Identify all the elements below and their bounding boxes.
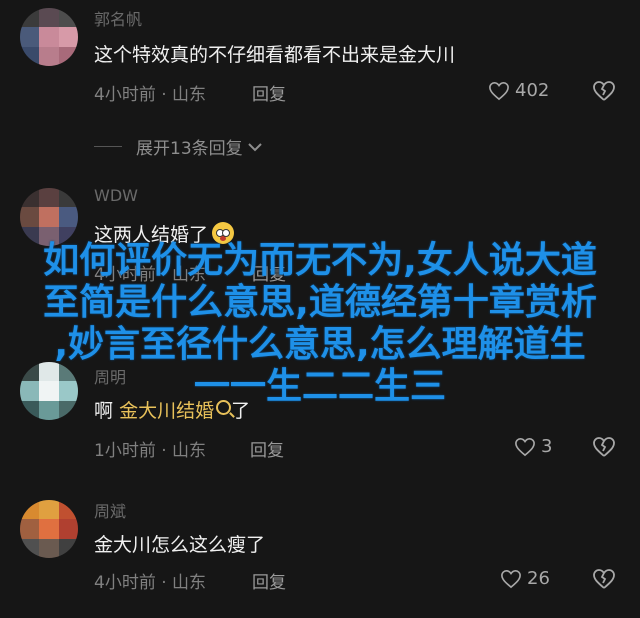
- meta-separator: ·: [161, 573, 173, 593]
- like-count: 402: [515, 80, 550, 101]
- like-count: 3: [541, 436, 553, 457]
- overlay-title-line: 一一生二二生三: [193, 366, 446, 407]
- meta-separator: ·: [161, 441, 173, 461]
- comment-username[interactable]: 郭名帆: [94, 6, 142, 30]
- broken-heart-icon[interactable]: [592, 567, 616, 591]
- broken-heart-icon[interactable]: [592, 435, 616, 459]
- chevron-down-icon: [247, 142, 262, 151]
- expand-replies-label: 展开13条回复: [136, 139, 243, 159]
- like-button[interactable]: 26: [500, 568, 550, 589]
- heart-icon: [501, 569, 521, 588]
- overlay-title-line: ,妙言至径什么意思,怎么理解道生: [54, 324, 586, 365]
- comment-time: 4小时前: [94, 573, 156, 593]
- avatar[interactable]: [20, 500, 78, 558]
- expand-replies-button[interactable]: 展开13条回复: [94, 134, 394, 159]
- reply-button[interactable]: 回复: [252, 568, 286, 593]
- heart-icon: [489, 81, 509, 100]
- comment-username[interactable]: 周斌: [94, 498, 126, 522]
- comment-location: 山东: [172, 85, 207, 105]
- avatar[interactable]: [20, 8, 78, 66]
- divider: [94, 146, 122, 147]
- reply-button[interactable]: 回复: [250, 436, 284, 461]
- heart-icon: [515, 437, 535, 456]
- comment-text: 金大川怎么这么瘦了: [94, 534, 266, 556]
- overlay-title-line: 如何评价无为而无不为,女人说大道: [43, 240, 597, 281]
- overlay-title: 如何评价无为而无不为,女人说大道 至简是什么意思,道德经第十章赏析 ,妙言至径什…: [0, 240, 640, 408]
- like-button[interactable]: 3: [514, 436, 552, 457]
- comment-time: 1小时前: [94, 441, 156, 461]
- comment-text: 这个特效真的不仔细看都看不出来是金大川: [94, 44, 456, 66]
- comment-location: 山东: [172, 441, 207, 461]
- like-button[interactable]: 402: [488, 80, 549, 101]
- broken-heart-icon[interactable]: [592, 79, 616, 103]
- like-count: 26: [527, 568, 550, 589]
- comment-meta: 4小时前 · 山东: [94, 568, 206, 593]
- meta-separator: ·: [161, 85, 173, 105]
- comment-meta: 4小时前 · 山东: [94, 80, 206, 105]
- reply-button[interactable]: 回复: [252, 80, 286, 105]
- comment-username[interactable]: WDW: [94, 186, 138, 205]
- avatar[interactable]: [20, 188, 78, 246]
- comments-page: 郭名帆 这个特效真的不仔细看都看不出来是金大川 4小时前 · 山东 回复 402…: [0, 0, 640, 618]
- comment-time: 4小时前: [94, 85, 156, 105]
- overlay-title-line: 至简是什么意思,道德经第十章赏析: [43, 282, 597, 323]
- comment-location: 山东: [172, 573, 207, 593]
- comment-meta: 1小时前 · 山东: [94, 436, 206, 461]
